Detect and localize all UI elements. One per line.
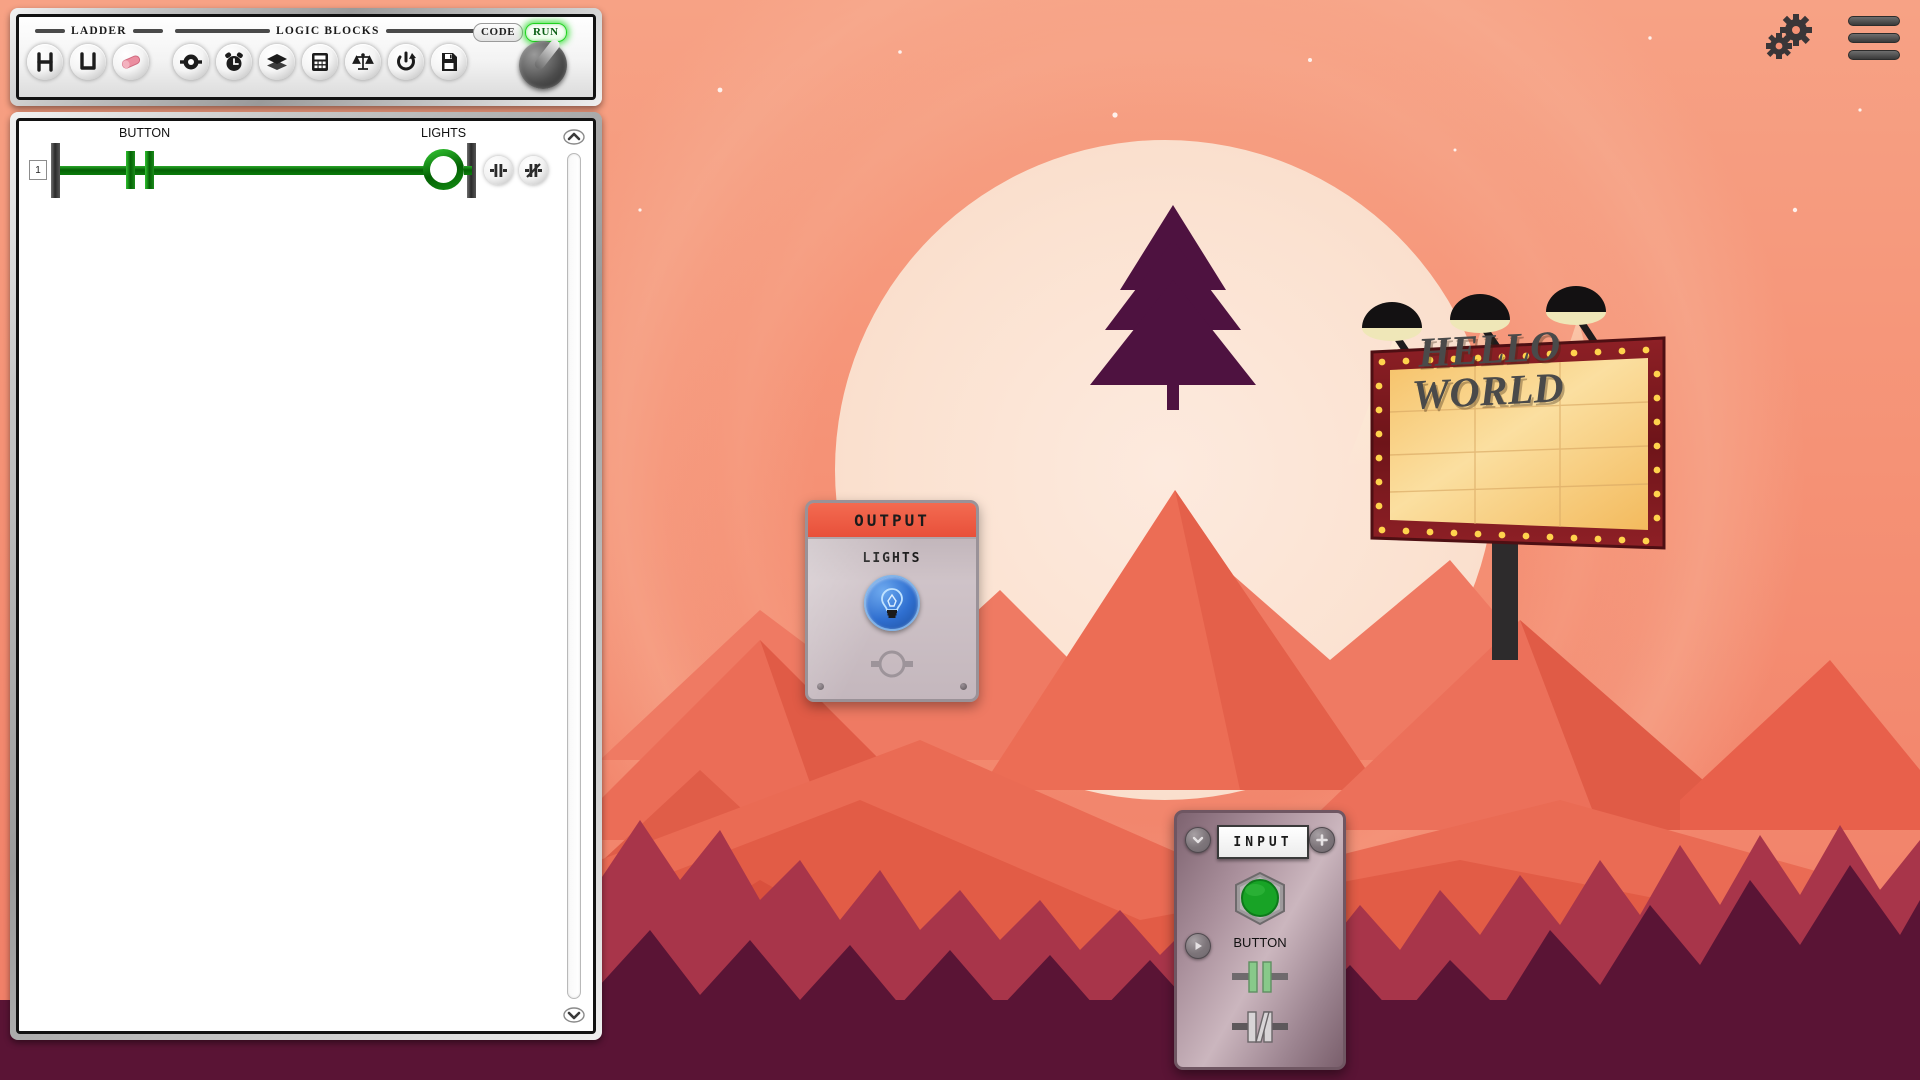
input-panel-title: INPUT	[1233, 835, 1292, 850]
run-button[interactable]: RUN	[525, 23, 567, 42]
ladder-canvas[interactable]: 1 BUTTON LIGHTS	[19, 121, 593, 1031]
code-button[interactable]: CODE	[473, 23, 523, 42]
menu-hamburger-icon[interactable]	[1848, 14, 1900, 62]
input-panel-header: INPUT	[1217, 825, 1309, 859]
output-panel-title: OUTPUT	[854, 511, 930, 530]
ladder-rung[interactable]: 1 BUTTON LIGHTS	[19, 129, 593, 209]
coil-label: LIGHTS	[421, 126, 466, 140]
ladder-canvas-window: 1 BUTTON LIGHTS	[10, 112, 602, 1040]
eraser-icon[interactable]	[113, 44, 149, 80]
hamburger-bar-2	[1848, 33, 1900, 43]
branch-add-icon[interactable]	[484, 156, 513, 185]
scroll-down-icon[interactable]	[561, 1005, 587, 1025]
output-panel[interactable]: OUTPUT LIGHTS	[805, 500, 979, 702]
panel-screw-left	[817, 683, 824, 690]
output-panel-body: LIGHTS	[808, 539, 976, 699]
mode-knob[interactable]	[519, 41, 567, 89]
hamburger-bar-1	[1848, 16, 1900, 26]
rule-right	[386, 29, 481, 33]
hamburger-bar-3	[1848, 50, 1900, 60]
chevron-down-icon[interactable]	[1185, 827, 1211, 853]
contact-left-bar[interactable]	[126, 151, 135, 189]
rung-number: 1	[29, 160, 47, 180]
billboard: HELLO WORLD	[1360, 290, 1680, 670]
header-icon-bar	[1762, 14, 1900, 62]
output-panel-header: OUTPUT	[808, 503, 976, 539]
toolbar-group-logic-blocks: LOGIC BLOCKS	[175, 25, 481, 37]
branch-u-icon[interactable]	[70, 44, 106, 80]
knob-pointer	[533, 38, 562, 71]
wire-segment-1	[60, 166, 126, 175]
toolbar-group-ladder: LADDER	[35, 25, 163, 37]
toolbar-window: LADDER LOGIC BLOCKS	[10, 8, 602, 106]
rule-right	[133, 29, 163, 33]
mode-selector: CODE RUN	[473, 19, 583, 93]
stack-layers-icon[interactable]	[259, 44, 295, 80]
toolbar-group-logic-label: LOGIC BLOCKS	[276, 25, 380, 37]
output-coil[interactable]	[423, 149, 464, 190]
scroll-track[interactable]	[567, 153, 581, 999]
settings-gears-icon[interactable]	[1762, 14, 1818, 62]
calculator-icon[interactable]	[302, 44, 338, 80]
wire-contact-gap	[135, 166, 145, 175]
power-reset-icon[interactable]	[388, 44, 424, 80]
left-power-rail	[51, 143, 60, 198]
input-panel[interactable]: INPUT BUTTON	[1174, 810, 1346, 1070]
scales-icon[interactable]	[345, 44, 381, 80]
alarm-clock-icon[interactable]	[216, 44, 252, 80]
contact-h-icon[interactable]	[27, 44, 63, 80]
contact-right-bar[interactable]	[145, 151, 154, 189]
toolbar-group-ladder-label: LADDER	[71, 25, 127, 37]
normally-closed-contact[interactable]	[1177, 1009, 1343, 1045]
coil-icon[interactable]	[173, 44, 209, 80]
wire-segment-3	[464, 166, 472, 175]
normally-open-contact[interactable]	[1177, 959, 1343, 995]
rule-left	[175, 29, 270, 33]
billboard-line-2: WORLD	[1411, 364, 1565, 420]
canvas-scrollbar[interactable]	[561, 127, 587, 1025]
push-button[interactable]	[1229, 871, 1291, 929]
save-card-icon[interactable]	[431, 44, 467, 80]
plus-icon[interactable]	[1309, 827, 1335, 853]
scroll-up-icon[interactable]	[561, 127, 587, 147]
lightbulb-icon[interactable]	[864, 575, 920, 631]
output-device-label: LIGHTS	[808, 551, 976, 566]
input-device-label: BUTTON	[1177, 935, 1343, 950]
panel-screw-right	[960, 683, 967, 690]
ladder-editor-window: LADDER LOGIC BLOCKS	[10, 8, 602, 1040]
branch-delete-icon[interactable]	[519, 156, 548, 185]
contact-label: BUTTON	[119, 126, 170, 140]
wire-segment-2	[154, 166, 424, 175]
rule-left	[35, 29, 65, 33]
output-coil-symbol[interactable]	[869, 649, 915, 679]
